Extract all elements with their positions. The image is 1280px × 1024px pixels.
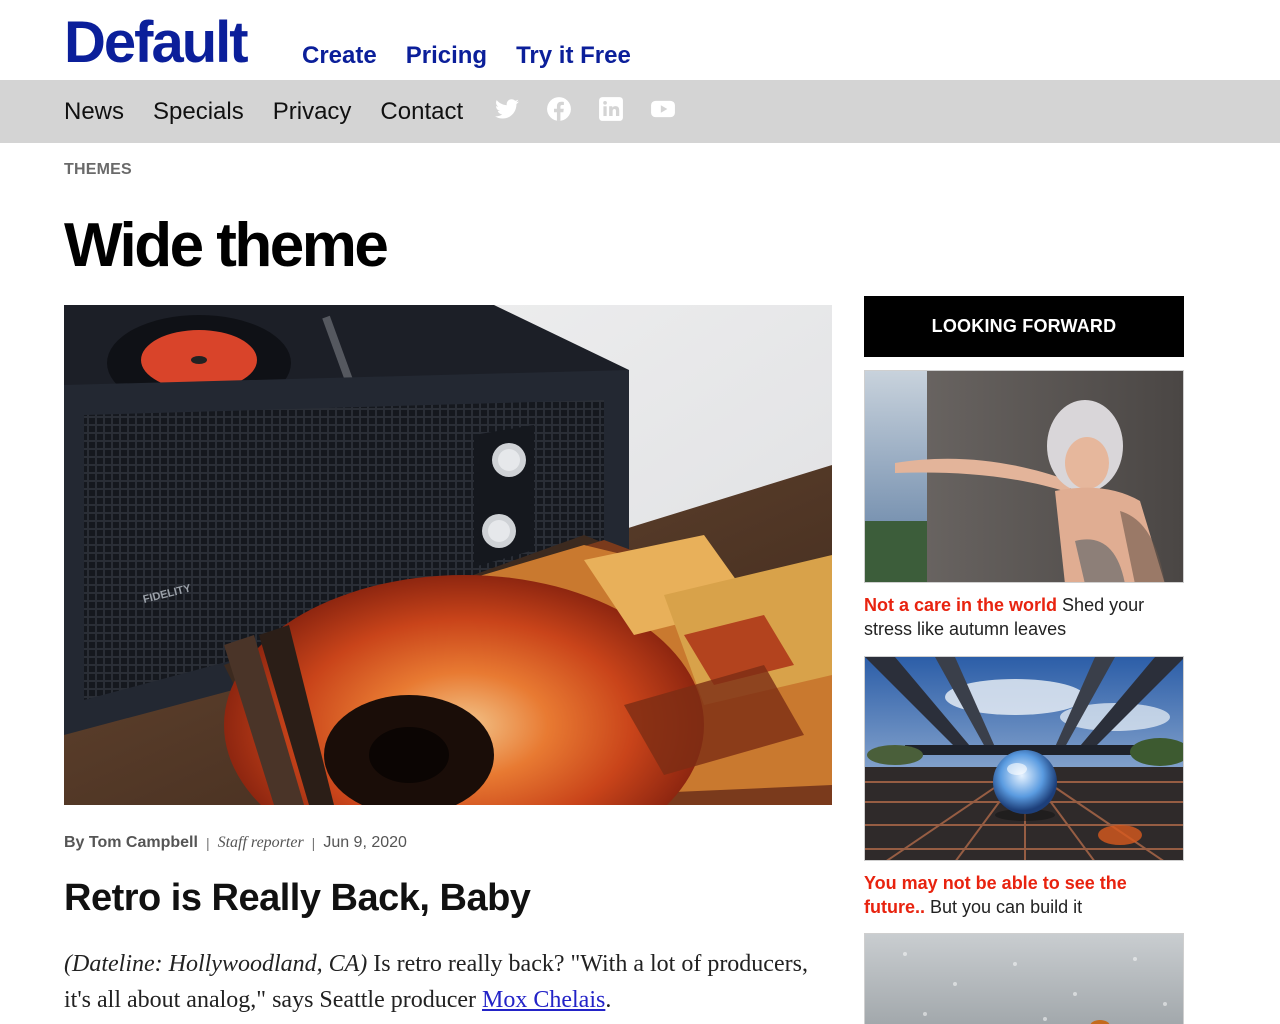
article-text-end: .	[605, 987, 612, 1013]
section-nav: News Specials Privacy Contact	[64, 98, 463, 126]
article-body: (Dateline: Hollywoodland, CA) Is retro r…	[64, 946, 832, 1018]
author-role: Staff reporter	[217, 834, 304, 851]
article-headline: Retro is Really Back, Baby	[64, 877, 531, 919]
sidebar-story-caption: You may not be able to see the future.. …	[864, 871, 1184, 919]
sidebar-story-highlight: Not a care in the world	[864, 595, 1058, 615]
sidebar-story[interactable]: You may not be able to see the future.. …	[864, 656, 1184, 919]
nav-privacy-link[interactable]: Privacy	[273, 98, 352, 126]
article-date: Jun 9, 2020	[323, 834, 407, 851]
sidebar-header: LOOKING FORWARD	[864, 296, 1184, 357]
sidebar-story[interactable]	[864, 933, 1184, 1024]
sidebar-story-image[interactable]	[864, 656, 1184, 861]
nav-pricing-link[interactable]: Pricing	[406, 42, 487, 70]
site-logo[interactable]: Default	[64, 10, 249, 76]
nav-contact-link[interactable]: Contact	[380, 98, 463, 126]
article-byline: By Tom Campbell | Staff reporter | Jun 9…	[64, 834, 407, 852]
twitter-icon[interactable]	[494, 96, 520, 122]
social-links	[494, 96, 676, 122]
site-header: Default Create Pricing Try it Free	[0, 0, 1280, 80]
nav-specials-link[interactable]: Specials	[153, 98, 244, 126]
byline-separator: |	[205, 835, 210, 851]
author-link[interactable]: By Tom Campbell	[64, 834, 198, 852]
nav-news-link[interactable]: News	[64, 98, 124, 126]
linkedin-icon[interactable]	[598, 96, 624, 122]
sidebar-story[interactable]: Not a care in the world Shed your stress…	[864, 370, 1184, 641]
page-title: Wide theme	[64, 211, 389, 280]
article-dateline: (Dateline: Hollywoodland, CA)	[64, 951, 368, 977]
sidebar-story-caption: Not a care in the world Shed your stress…	[864, 593, 1184, 641]
youtube-icon[interactable]	[650, 96, 676, 122]
sidebar-story-image[interactable]	[864, 370, 1184, 583]
byline-separator: |	[311, 835, 316, 851]
top-nav: Create Pricing Try it Free	[302, 42, 631, 70]
nav-create-link[interactable]: Create	[302, 42, 377, 70]
sidebar-story-image[interactable]	[864, 933, 1184, 1024]
breadcrumb-themes[interactable]: THEMES	[64, 161, 132, 179]
nav-try-free-link[interactable]: Try it Free	[516, 42, 631, 70]
producer-link[interactable]: Mox Chelais	[482, 987, 605, 1013]
hero-image[interactable]: FIDELITY	[64, 305, 832, 805]
sidebar-story-text: But you can build it	[925, 897, 1083, 917]
sidebar: LOOKING FORWARD Not a care in the world …	[864, 296, 1184, 1024]
facebook-icon[interactable]	[546, 96, 572, 122]
